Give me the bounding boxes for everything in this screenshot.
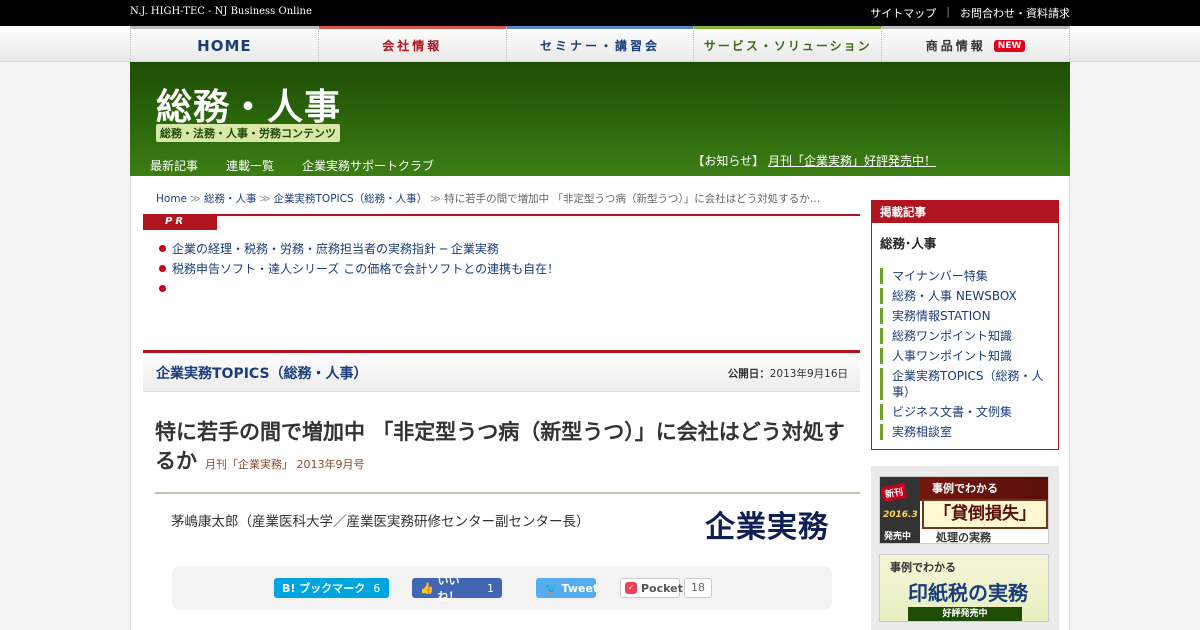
pocket-label: Pocket bbox=[641, 581, 683, 595]
banner1-bottom: 処理の実務 bbox=[936, 531, 991, 544]
book-banner-bad-debt[interactable]: 事例でわかる 新刊 2016.3 発売中 「貸倒損失」 処理の実務 bbox=[879, 476, 1049, 544]
banner1-year: 2016.3 bbox=[883, 510, 918, 520]
publish-date-value: 2013年9月16日 bbox=[769, 368, 848, 380]
sidebar-item-mynumber[interactable]: マイナンバー特集 bbox=[880, 268, 1050, 284]
sidebar-item-jinji-onepoint[interactable]: 人事ワンポイント知識 bbox=[880, 348, 1050, 364]
sidebar-banners: 事例でわかる 新刊 2016.3 発売中 「貸倒損失」 処理の実務 事例でわかる… bbox=[871, 466, 1059, 630]
top-bar: N.J. HIGH-TEC - NJ Business Online サイトマッ… bbox=[0, 0, 1200, 26]
sidebar-item-newsbox[interactable]: 総務・人事 NEWSBOX bbox=[880, 288, 1050, 304]
article-divider bbox=[155, 492, 860, 494]
breadcrumb: Home ≫ 総務・人事 ≫ 企業実務TOPICS（総務・人事） ≫ 特に若手の間で増加中 … bbox=[156, 191, 856, 206]
thumbs-up-icon: 👍 bbox=[420, 581, 434, 595]
sidebar-item-somu-onepoint[interactable]: 総務ワンポイント知識 bbox=[880, 328, 1050, 344]
pr-item-text[interactable]: 税務申告ソフト・達人シリーズ この価格で会計ソフトとの連携も自在！ bbox=[172, 260, 559, 277]
book-banner-stamp-tax[interactable]: 事例でわかる 印紙税の実務 好評発売中 bbox=[879, 554, 1049, 622]
banner2-bottom: 好評発売中 bbox=[908, 607, 1022, 621]
nav-seminar[interactable]: セミナー・講習会 bbox=[506, 26, 695, 62]
bullet-icon bbox=[159, 264, 166, 272]
hatena-bookmark-button[interactable]: B! ブックマーク 6 bbox=[274, 578, 389, 598]
publish-date: 公開日：2013年9月16日 bbox=[728, 366, 848, 381]
magazine-logo: 企業実務 bbox=[705, 510, 829, 545]
site-brand[interactable]: N.J. HIGH-TEC - NJ Business Online bbox=[130, 6, 312, 17]
hatena-label: B! ブックマーク bbox=[282, 582, 366, 595]
new-badge: NEW bbox=[993, 39, 1026, 52]
sidebar-heading: 掲載記事 bbox=[872, 201, 1058, 223]
notice: 【お知らせ】 月刊「企業実務」好評発売中！ bbox=[692, 152, 936, 169]
tweet-label: Tweet bbox=[561, 581, 599, 595]
nav-product-label: 商品情報 bbox=[925, 39, 986, 53]
nav-home[interactable]: HOME bbox=[130, 26, 319, 62]
category-subnav: 最新記事 連載一覧 企業実務サポートクラブ bbox=[150, 157, 434, 174]
breadcrumb-separator: ≫ bbox=[430, 193, 442, 205]
twitter-bird-icon: 🐦 bbox=[544, 581, 558, 595]
pocket-button[interactable]: ✓ Pocket bbox=[620, 578, 683, 598]
sidebar-category[interactable]: 総務･人事 bbox=[880, 233, 1058, 252]
nav-product[interactable]: 商品情報 NEW bbox=[882, 26, 1070, 62]
main-content: Home ≫ 総務・人事 ≫ 企業実務TOPICS（総務・人事） ≫ 特に若手の間で増加中 … bbox=[130, 176, 1070, 630]
notice-link[interactable]: 月刊「企業実務」好評発売中！ bbox=[768, 154, 936, 168]
sidebar-item-topics[interactable]: 企業実務TOPICS（総務・人事） bbox=[880, 368, 1050, 400]
subnav-series[interactable]: 連載一覧 bbox=[226, 157, 274, 174]
article-source: 月刊「企業実務」 2013年9月号 bbox=[205, 458, 365, 471]
banner1-main: 「貸倒損失」 bbox=[922, 499, 1048, 529]
hatena-count: 6 bbox=[373, 581, 381, 595]
notice-prefix: 【お知らせ】 bbox=[692, 154, 765, 168]
article-title: 特に若手の間で増加中 「非定型うつ病（新型うつ）」に会社はどう対処するか 月刊「企… bbox=[155, 418, 861, 479]
sidebar-articles: 掲載記事 総務･人事 マイナンバー特集 総務・人事 NEWSBOX 実務情報ST… bbox=[871, 200, 1059, 450]
pr-label: PR bbox=[143, 216, 217, 230]
pr-item[interactable]: 税務申告ソフト・達人シリーズ この価格で会計ソフトとの連携も自在！ bbox=[159, 258, 559, 278]
sidebar-item-business-docs[interactable]: ビジネス文書・文例集 bbox=[880, 404, 1050, 420]
section-header: 企業実務TOPICS（総務・人事） 公開日：2013年9月16日 bbox=[143, 350, 860, 392]
share-bar: B! ブックマーク 6 👍 いいね！ 1 🐦 Tweet ✓ Pocket 18 bbox=[172, 566, 832, 610]
global-nav: HOME 会社情報 セミナー・講習会 サービス・ソリューション 商品情報 NEW bbox=[130, 26, 1070, 62]
pr-list: 企業の経理・税務・労務・庶務担当者の実務指針 ─ 企業実務 税務申告ソフト・達人… bbox=[159, 238, 559, 298]
bullet-icon bbox=[159, 284, 166, 292]
category-subtitle: 総務・法務・人事・労務コンテンツ bbox=[156, 124, 340, 142]
article-author: 茅嶋康太郎（産業医科大学／産業医実務研修センター副センター長） bbox=[171, 514, 590, 530]
fb-count: 1 bbox=[487, 581, 494, 595]
nav-service[interactable]: サービス・ソリューション bbox=[694, 26, 883, 62]
tweet-button[interactable]: 🐦 Tweet bbox=[536, 578, 599, 598]
banner2-main: 印紙税の実務 bbox=[908, 581, 1028, 605]
contact-link[interactable]: お問合わせ・資料請求 bbox=[960, 5, 1070, 21]
pr-item[interactable] bbox=[159, 278, 559, 298]
sidebar-item-station[interactable]: 実務情報STATION bbox=[880, 308, 1050, 324]
pocket-icon: ✓ bbox=[625, 582, 637, 594]
top-links: サイトマップ | お問合わせ・資料請求 bbox=[870, 5, 1070, 21]
banner2-top: 事例でわかる bbox=[890, 561, 956, 574]
subnav-latest[interactable]: 最新記事 bbox=[150, 157, 198, 174]
pr-divider bbox=[143, 214, 860, 216]
breadcrumb-separator: ≫ bbox=[259, 193, 271, 205]
section-title[interactable]: 企業実務TOPICS（総務・人事） bbox=[156, 363, 368, 383]
breadcrumb-separator: ≫ bbox=[190, 193, 202, 205]
banner1-sale: 発売中 bbox=[884, 532, 912, 542]
sidebar-list: マイナンバー特集 総務・人事 NEWSBOX 実務情報STATION 総務ワンポ… bbox=[880, 268, 1058, 440]
sitemap-link[interactable]: サイトマップ bbox=[870, 5, 936, 21]
pocket-count: 18 bbox=[684, 578, 712, 598]
pr-item[interactable]: 企業の経理・税務・労務・庶務担当者の実務指針 ─ 企業実務 bbox=[159, 238, 559, 258]
breadcrumb-home[interactable]: Home bbox=[156, 193, 187, 205]
top-links-separator: | bbox=[946, 5, 950, 18]
breadcrumb-current: 特に若手の間で増加中 「非定型うつ病（新型うつ）」に会社はどう対処するか… bbox=[444, 193, 821, 205]
nav-company[interactable]: 会社情報 bbox=[318, 26, 507, 62]
fb-label: いいね！ bbox=[437, 574, 460, 603]
breadcrumb-topics[interactable]: 企業実務TOPICS（総務・人事） bbox=[274, 193, 428, 205]
publish-date-label: 公開日： bbox=[727, 368, 770, 380]
category-header: 総務・人事 総務・法務・人事・労務コンテンツ 最新記事 連載一覧 企業実務サポー… bbox=[130, 62, 1070, 176]
facebook-like-button[interactable]: 👍 いいね！ 1 bbox=[412, 574, 502, 603]
breadcrumb-category[interactable]: 総務・人事 bbox=[204, 193, 257, 205]
subnav-support-club[interactable]: 企業実務サポートクラブ bbox=[302, 157, 434, 174]
category-title[interactable]: 総務・人事 bbox=[156, 78, 341, 130]
pr-item-text[interactable]: 企業の経理・税務・労務・庶務担当者の実務指針 ─ 企業実務 bbox=[172, 240, 499, 257]
bullet-icon bbox=[159, 244, 166, 252]
sidebar-item-consultation[interactable]: 実務相談室 bbox=[880, 424, 1050, 440]
